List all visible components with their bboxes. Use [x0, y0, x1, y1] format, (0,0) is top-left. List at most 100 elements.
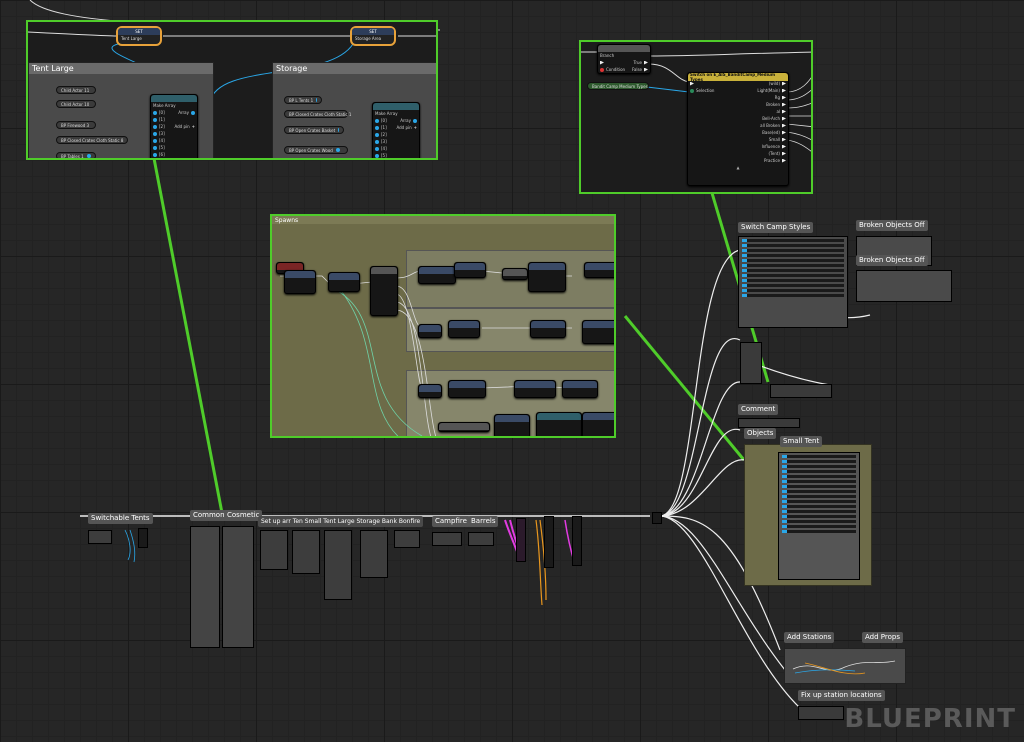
- spawn-node-a[interactable]: [284, 270, 316, 294]
- switch-output[interactable]: Influence: [762, 144, 780, 149]
- fix-up-node[interactable]: [798, 706, 844, 720]
- switch-output[interactable]: Bell-Arch: [762, 116, 780, 121]
- setup-block-1: [260, 530, 288, 570]
- node-r1c[interactable]: [502, 268, 528, 280]
- switch-output[interactable]: Light(Main): [757, 88, 780, 93]
- spawn-node-b[interactable]: [328, 272, 360, 292]
- make-array-node-tent[interactable]: Make Array [0] Array [1] [2] Add pin + [3] …: [150, 94, 198, 158]
- switch-output[interactable]: Base(ed): [762, 130, 780, 135]
- comment-node[interactable]: [738, 418, 800, 428]
- comment-objects[interactable]: Objects: [744, 428, 777, 439]
- node-r2b[interactable]: [448, 320, 480, 338]
- magenta-node[interactable]: [516, 518, 526, 562]
- switch-output[interactable]: Rg: [775, 95, 780, 100]
- pin-array[interactable]: Array: [400, 118, 411, 123]
- set-storage-area-node[interactable]: SET Storage Area: [350, 26, 396, 46]
- make-array-node-storage[interactable]: Make Array [0] Array [1] Add pin + [2] [3] …: [372, 102, 420, 158]
- node-r3c[interactable]: [514, 380, 556, 398]
- pin-false[interactable]: False: [632, 67, 642, 72]
- var-bp-closed-crates-static[interactable]: BP Closed Crates Cloth Static 1: [284, 110, 351, 118]
- var-bp-tables[interactable]: BP Tables 1: [56, 152, 96, 158]
- pin-index[interactable]: [3]: [381, 139, 387, 144]
- pin-index[interactable]: [6]: [159, 152, 165, 157]
- node-cluster-b[interactable]: [770, 384, 832, 398]
- node-r1b[interactable]: [454, 262, 486, 278]
- switch-output[interactable]: al: [776, 109, 780, 114]
- comment-broken-objects-off-1[interactable]: Broken Objects Off: [856, 220, 928, 231]
- var-bp-firewood[interactable]: BP Firewood 3: [56, 121, 96, 129]
- comment-common[interactable]: Common: [190, 510, 228, 521]
- node-r1a[interactable]: [418, 266, 456, 284]
- node-r3e[interactable]: [494, 414, 530, 436]
- pin-index[interactable]: [5]: [159, 145, 165, 150]
- set-node-pin: Tent Large: [121, 36, 142, 41]
- node-r2d[interactable]: [582, 320, 614, 344]
- var-bandit-camp-medium-types[interactable]: Bandit Camp Medium Types: [587, 82, 649, 90]
- node-r1e[interactable]: [584, 262, 614, 278]
- var-child-actor-11[interactable]: Child Actor 11: [56, 86, 96, 94]
- switch-output[interactable]: Small: [769, 137, 780, 142]
- node-r1d[interactable]: [528, 262, 566, 292]
- add-pin-button[interactable]: Add pin: [174, 124, 189, 129]
- node-r2a[interactable]: [418, 324, 442, 338]
- pin-index[interactable]: [2]: [381, 132, 387, 137]
- node-r3f[interactable]: [536, 412, 582, 436]
- switch-output[interactable]: Broken: [766, 102, 780, 107]
- node-r3g[interactable]: [582, 412, 614, 436]
- switch-output[interactable]: all Broken: [760, 123, 780, 128]
- var-bp-open-crates-wood[interactable]: BP Open Crates Wood: [284, 146, 348, 154]
- pin-index[interactable]: [0]: [159, 110, 165, 115]
- pin-array[interactable]: Array: [178, 110, 189, 115]
- comment-switch-camp-styles[interactable]: Switch Camp Styles: [738, 222, 814, 233]
- sequence-node-main[interactable]: [652, 512, 662, 524]
- comment-cosmetic[interactable]: Cosmetic: [224, 510, 263, 521]
- switch-output[interactable]: (wild): [769, 81, 780, 86]
- pin-index[interactable]: [4]: [381, 146, 387, 151]
- var-bp-closed-crates[interactable]: BP Closed Crates Cloth Static 8: [56, 136, 128, 144]
- pin-index[interactable]: [1]: [159, 117, 165, 122]
- comment-barrels[interactable]: Barrels: [468, 516, 499, 527]
- switch-output[interactable]: (Tent): [769, 151, 780, 156]
- pin-index[interactable]: [5]: [381, 153, 387, 158]
- node-r3h[interactable]: [438, 422, 490, 432]
- pin-index[interactable]: [3]: [159, 131, 165, 136]
- small-tent-stack: [778, 452, 860, 580]
- zoom-callout-branch-switch: Branch True Condition False Bandit Camp M…: [579, 40, 813, 194]
- pin-true[interactable]: True: [634, 60, 643, 65]
- node-r3b[interactable]: [448, 380, 486, 398]
- pin-index[interactable]: [2]: [159, 124, 165, 129]
- orange-node[interactable]: [544, 516, 554, 568]
- node-cluster-a[interactable]: [740, 342, 762, 384]
- zoom-callout-spawns: Spawns: [270, 214, 616, 438]
- var-bp-open-crates-basket[interactable]: BP Open Crates Basket: [284, 126, 344, 134]
- node-r3d[interactable]: [562, 380, 598, 398]
- pin-index[interactable]: [1]: [381, 125, 387, 130]
- comment-switchable-tents[interactable]: Switchable Tents: [88, 513, 153, 524]
- node-r3a[interactable]: [418, 384, 442, 398]
- comment-title: Storage: [273, 63, 436, 74]
- comment-setup-arrays[interactable]: Set up arr Ten Small Tent Large Storage …: [258, 516, 424, 527]
- add-stations-block[interactable]: [784, 648, 906, 684]
- comment-comment[interactable]: Comment: [738, 404, 779, 415]
- pin-condition[interactable]: Condition: [606, 67, 625, 72]
- var-child-actor-10[interactable]: Child Actor 10: [56, 100, 96, 108]
- switch-on-enum-node[interactable]: Switch on E_AIS_BanditCamp_Medium Types …: [687, 72, 789, 186]
- pin-selection[interactable]: Selection: [696, 88, 714, 93]
- node-r2c[interactable]: [530, 320, 566, 338]
- comment-add-stations[interactable]: Add Stations: [784, 632, 835, 643]
- black-node[interactable]: [572, 516, 582, 566]
- pin-index[interactable]: [4]: [159, 138, 165, 143]
- comment-add-props[interactable]: Add Props: [862, 632, 903, 643]
- comment-fix-up-station-locations[interactable]: Fix up station locations: [798, 690, 885, 701]
- add-pin-button[interactable]: Add pin: [396, 125, 411, 130]
- set-tent-large-node[interactable]: SET Tent Large: [116, 26, 162, 46]
- comment-small-tent[interactable]: Small Tent: [780, 436, 823, 447]
- sequence-node[interactable]: [370, 266, 398, 316]
- pin-index[interactable]: [0]: [381, 118, 387, 123]
- var-bp-l-tents[interactable]: BP L Tents 1: [284, 96, 322, 104]
- switch-output[interactable]: Practice: [764, 158, 780, 163]
- branch-node[interactable]: Branch True Condition False: [597, 44, 651, 74]
- switchable-tents-node[interactable]: [138, 528, 148, 548]
- comment-broken-objects-off-2[interactable]: Broken Objects Off: [856, 255, 928, 266]
- comment-campfire[interactable]: Campfire: [432, 516, 470, 527]
